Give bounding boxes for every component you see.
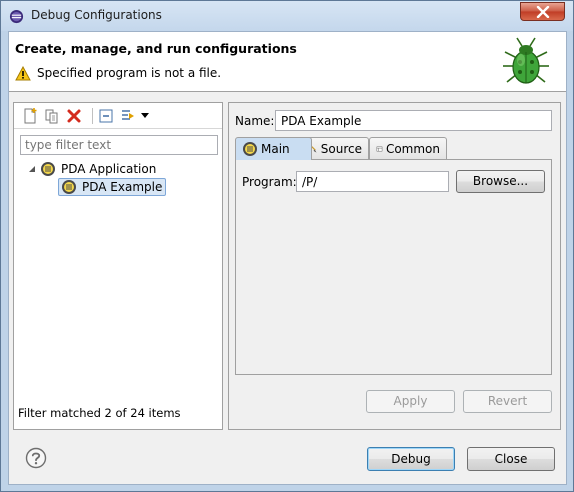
configuration-editor-panel: Name: Main Sourc: [228, 102, 561, 430]
tab-main[interactable]: Main: [235, 137, 312, 160]
tab-label: Main: [261, 142, 290, 156]
program-input[interactable]: [296, 171, 449, 192]
tab-label: Source: [320, 141, 362, 156]
launch-config-icon: [62, 180, 76, 194]
banner-message: Specified program is not a file.: [37, 66, 222, 80]
window-close-button[interactable]: [520, 2, 565, 21]
revert-button[interactable]: Revert: [463, 390, 552, 413]
filter-status: Filter matched 2 of 24 items: [18, 406, 181, 420]
tab-folder: Main Source Common Program: /P/ Browse..…: [235, 137, 552, 375]
common-tab-icon: [376, 146, 383, 151]
name-label: Name:: [235, 114, 275, 128]
window-title: Debug Configurations: [31, 8, 162, 22]
main-tab-icon: [243, 142, 257, 156]
help-icon[interactable]: [25, 447, 47, 469]
toolbar-separator: [92, 108, 93, 124]
header-banner: Create, manage, and run configurations S…: [9, 32, 566, 92]
launch-type-icon: [41, 162, 55, 176]
close-button[interactable]: Close: [467, 447, 555, 471]
configuration-list-panel: PDA Application PDA Example Filter match…: [13, 102, 223, 430]
main-tab-content: Program: Browse...: [235, 159, 552, 375]
bug-icon: [503, 37, 549, 84]
tab-common[interactable]: Common: [369, 137, 447, 159]
tree-item-pda-example[interactable]: PDA Example: [58, 178, 167, 196]
configuration-toolbar: [14, 103, 222, 129]
duplicate-icon[interactable]: [44, 108, 60, 124]
warning-icon: [15, 66, 31, 81]
browse-button[interactable]: Browse...: [456, 170, 545, 193]
tree-item-pda-application[interactable]: PDA Application: [40, 160, 156, 178]
delete-icon[interactable]: [66, 108, 82, 124]
close-icon: [536, 6, 550, 18]
filter-configurations-icon[interactable]: [120, 108, 136, 124]
collapse-all-icon[interactable]: [98, 108, 114, 124]
tab-label: Common: [385, 141, 440, 156]
program-label: Program:: [242, 175, 297, 189]
chevron-down-icon[interactable]: [140, 112, 150, 120]
tree-item-label: PDA Application: [61, 162, 157, 176]
apply-button[interactable]: Apply: [366, 390, 455, 413]
expand-arrow-icon[interactable]: [28, 165, 36, 173]
debug-configurations-window: Debug Configurations Create, manage, and…: [0, 0, 574, 492]
filter-input[interactable]: [20, 135, 218, 155]
tree-item-label: PDA Example: [82, 180, 163, 194]
name-input[interactable]: [275, 110, 552, 131]
banner-title: Create, manage, and run configurations: [15, 41, 297, 56]
title-bar[interactable]: Debug Configurations: [1, 1, 573, 31]
new-configuration-icon[interactable]: [22, 108, 38, 124]
dialog-client-area: Create, manage, and run configurations S…: [8, 31, 567, 485]
debug-button[interactable]: Debug: [367, 447, 455, 471]
eclipse-icon: [9, 9, 24, 24]
